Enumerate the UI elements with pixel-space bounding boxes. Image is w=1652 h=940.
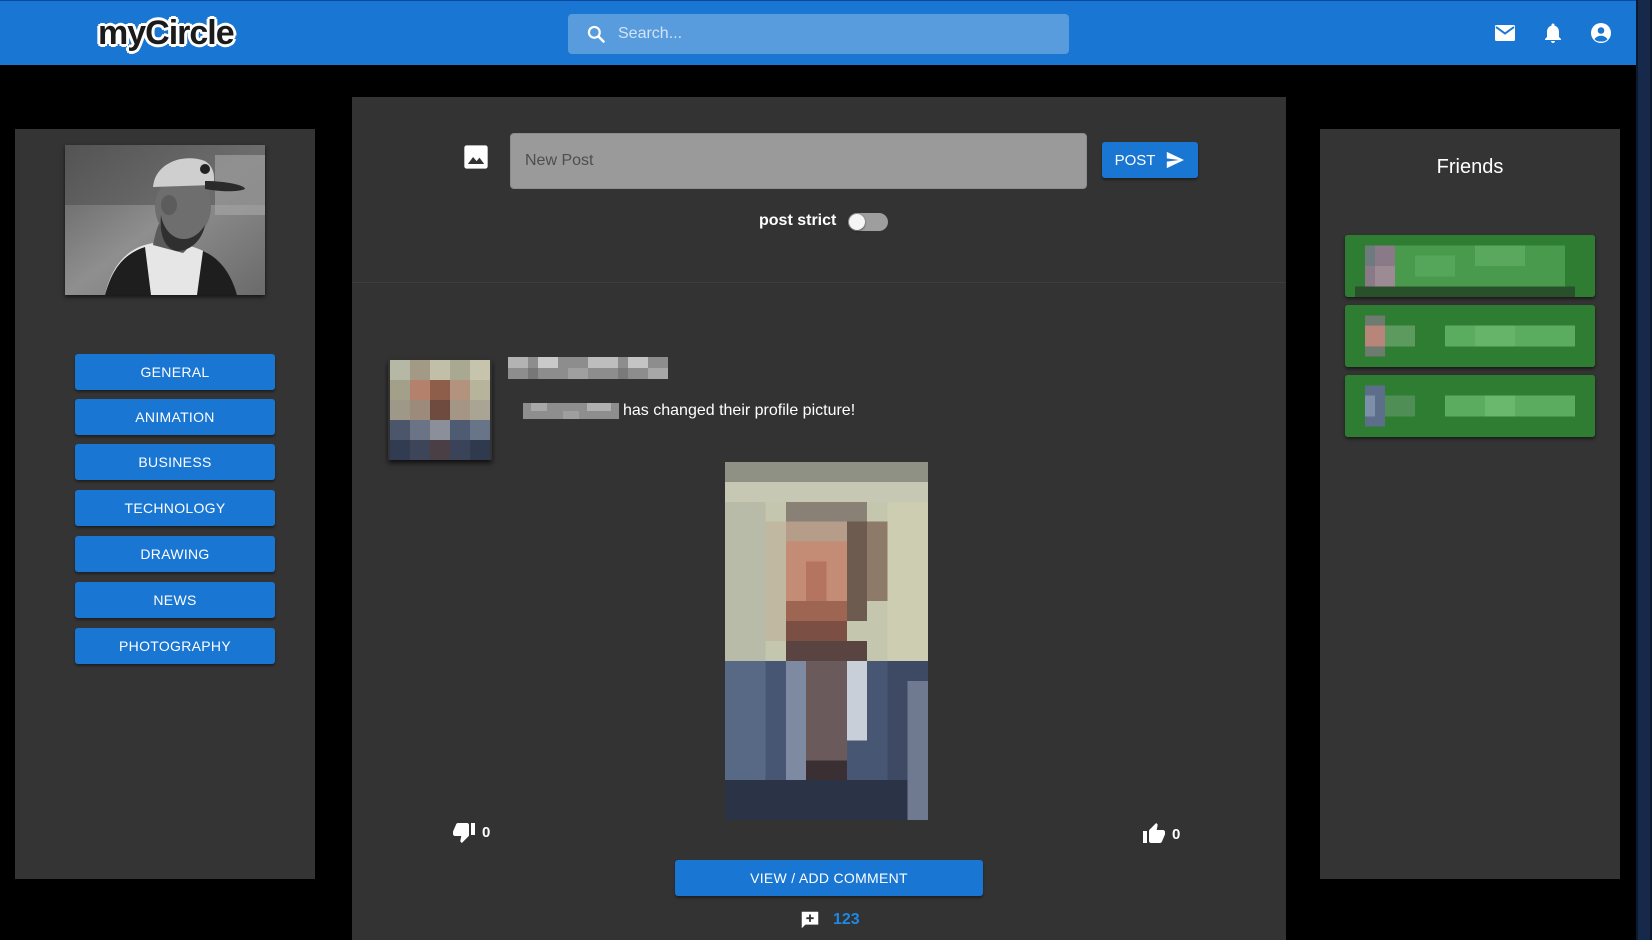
post-button-label: POST — [1114, 151, 1156, 169]
app-logo[interactable]: myCircle — [98, 15, 235, 51]
post-image-pixelated — [725, 462, 928, 820]
friends-title: Friends — [1436, 156, 1504, 178]
post-image[interactable] — [725, 462, 928, 820]
post-button[interactable]: POST — [1102, 142, 1198, 178]
category-animation-button[interactable]: ANIMATION — [75, 399, 275, 435]
profile-photo[interactable] — [65, 145, 265, 295]
view-add-comment-button[interactable]: VIEW / ADD COMMENT — [675, 860, 983, 896]
bell-icon[interactable] — [1541, 21, 1565, 45]
dislike-control[interactable]: 0 — [452, 820, 490, 844]
friends-sidebar: Friends — [1320, 129, 1620, 879]
profile-photo-image — [65, 145, 265, 295]
post-strict-label: post strict — [759, 212, 837, 229]
post-author-name-blurred[interactable] — [508, 357, 668, 379]
comment-count-value: 123 — [833, 911, 860, 928]
mail-icon[interactable] — [1493, 21, 1517, 45]
like-count: 0 — [1172, 825, 1181, 843]
search-input[interactable] — [616, 14, 1056, 54]
category-technology-button[interactable]: TECHNOLOGY — [75, 490, 275, 526]
category-drawing-button[interactable]: DRAWING — [75, 536, 275, 572]
comment-count[interactable]: 123 — [799, 909, 860, 931]
friend-item-blurred — [1345, 235, 1595, 297]
page-scrollbar[interactable] — [1636, 0, 1652, 940]
post-strict-toggle[interactable] — [848, 213, 888, 231]
thumbs-down-icon[interactable] — [452, 820, 476, 844]
friend-item-blurred — [1345, 305, 1595, 367]
scrollbar-thumb[interactable] — [1638, 0, 1650, 940]
friend-item[interactable] — [1345, 375, 1595, 437]
left-sidebar: GENERAL ANIMATION BUSINESS TECHNOLOGY DR… — [15, 129, 315, 879]
post-text: has changed their profile picture! — [523, 402, 855, 420]
new-post-input[interactable] — [510, 133, 1087, 189]
search-icon — [587, 25, 605, 43]
post-message: has changed their profile picture! — [623, 402, 856, 419]
search-box[interactable] — [568, 14, 1069, 54]
friend-item[interactable] — [1345, 235, 1595, 297]
category-news-button[interactable]: NEWS — [75, 582, 275, 618]
like-control[interactable]: 0 — [1142, 822, 1180, 846]
thumbs-up-icon[interactable] — [1142, 822, 1166, 846]
blurred-user-name — [523, 403, 619, 419]
app-bar: myCircle — [0, 0, 1636, 65]
feed: POST post strict has changed their profi… — [352, 97, 1286, 940]
send-icon — [1167, 151, 1185, 169]
toggle-knob — [849, 214, 865, 230]
category-business-button[interactable]: BUSINESS — [75, 444, 275, 480]
avatar-pixelated — [390, 360, 490, 460]
friend-item[interactable] — [1345, 305, 1595, 367]
add-comment-icon[interactable] — [799, 909, 821, 931]
dislike-count: 0 — [482, 823, 491, 841]
image-upload-icon[interactable] — [462, 143, 490, 171]
friend-item-blurred — [1345, 375, 1595, 437]
category-photography-button[interactable]: PHOTOGRAPHY — [75, 628, 275, 664]
post-author-avatar[interactable] — [388, 360, 492, 460]
category-general-button[interactable]: GENERAL — [75, 354, 275, 390]
account-circle-icon[interactable] — [1589, 21, 1613, 45]
composer-divider — [352, 282, 1286, 283]
